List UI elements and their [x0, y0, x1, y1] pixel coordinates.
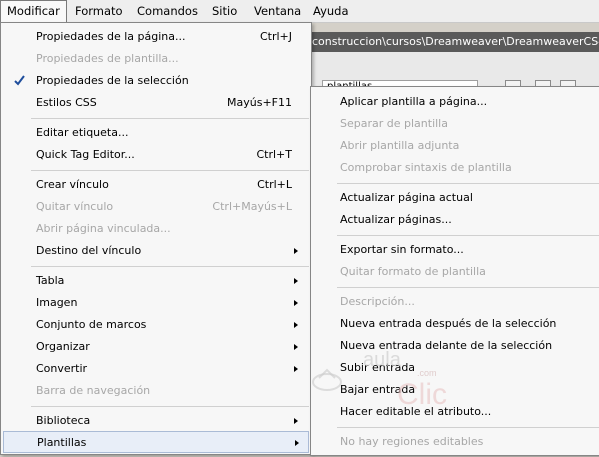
- submenu-item-bajar-entrada[interactable]: Bajar entrada: [311, 379, 599, 401]
- menu-item-organizar[interactable]: Organizar: [1, 336, 311, 358]
- menu-item-label: Imagen: [36, 296, 78, 309]
- submenu-item-nueva-entrada-despues[interactable]: Nueva entrada después de la selección: [311, 313, 599, 335]
- menu-item-label: Quitar vínculo: [36, 200, 114, 213]
- submenu-arrow-icon: [294, 366, 298, 372]
- menu-item-label: Propiedades de la página...: [36, 30, 186, 43]
- submenu-arrow-icon: [294, 300, 298, 306]
- submenu-arrow-icon: [294, 344, 298, 350]
- menu-item-label: Aplicar plantilla a página...: [340, 95, 488, 108]
- menu-item-label: Crear vínculo: [36, 178, 109, 191]
- menu-item-biblioteca[interactable]: Biblioteca: [1, 410, 311, 432]
- menu-separator: [337, 183, 599, 184]
- menu-item-label: Separar de plantilla: [340, 117, 448, 130]
- menu-item-label: Actualizar páginas...: [340, 213, 452, 226]
- submenu-item-comprobar-sintaxis: Comprobar sintaxis de plantilla: [311, 157, 599, 179]
- menu-separator: [31, 406, 309, 407]
- menu-item-label: Plantillas: [37, 436, 87, 449]
- menu-item-label: Propiedades de la selección: [36, 74, 189, 87]
- menu-item-label: Exportar sin formato...: [340, 243, 464, 256]
- menu-separator: [337, 427, 599, 428]
- menu-modificar[interactable]: Modificar: [0, 0, 67, 23]
- menu-item-label: Subir entrada: [340, 361, 416, 374]
- document-path-bar: construccion\cursos\Dreamweaver\Dreamwea…: [310, 32, 599, 52]
- menu-item-quick-tag-editor[interactable]: Quick Tag Editor... Ctrl+T: [1, 144, 311, 166]
- menu-item-label: Comprobar sintaxis de plantilla: [340, 161, 512, 174]
- modificar-menu: Propiedades de la página... Ctrl+J Propi…: [0, 22, 312, 455]
- submenu-item-actualizar-pagina-actual[interactable]: Actualizar página actual: [311, 187, 599, 209]
- menu-item-convertir[interactable]: Convertir: [1, 358, 311, 380]
- menu-item-abrir-pagina-vinculada: Abrir página vinculada...: [1, 218, 311, 240]
- menu-separator: [31, 170, 309, 171]
- menu-formato[interactable]: Formato: [69, 0, 129, 22]
- menu-item-shortcut: Ctrl+T: [256, 148, 292, 161]
- menu-item-editar-etiqueta[interactable]: Editar etiqueta...: [1, 122, 311, 144]
- menu-item-shortcut: Ctrl+L: [257, 178, 292, 191]
- submenu-item-actualizar-paginas[interactable]: Actualizar páginas...: [311, 209, 599, 231]
- menu-item-tabla[interactable]: Tabla: [1, 270, 311, 292]
- menu-item-label: Propiedades de plantilla...: [36, 52, 179, 65]
- submenu-item-no-regiones-editables: No hay regiones editables: [311, 431, 599, 453]
- menu-sitio[interactable]: Sitio: [206, 0, 243, 22]
- menu-item-label: Abrir plantilla adjunta: [340, 139, 460, 152]
- menu-item-crear-vinculo[interactable]: Crear vínculo Ctrl+L: [1, 174, 311, 196]
- menu-item-label: Hacer editable el atributo...: [340, 405, 492, 418]
- menu-ayuda[interactable]: Ayuda: [307, 0, 355, 22]
- menu-item-label: Conjunto de marcos: [36, 318, 147, 331]
- menu-item-shortcut: Ctrl+Mayús+L: [212, 200, 292, 213]
- menu-item-quitar-vinculo: Quitar vínculo Ctrl+Mayús+L: [1, 196, 311, 218]
- menu-item-label: Biblioteca: [36, 414, 91, 427]
- submenu-item-separar-plantilla: Separar de plantilla: [311, 113, 599, 135]
- menu-comandos[interactable]: Comandos: [131, 0, 204, 22]
- submenu-arrow-icon: [294, 418, 298, 424]
- menu-item-label: Descripción...: [340, 295, 415, 308]
- submenu-item-quitar-formato: Quitar formato de plantilla: [311, 261, 599, 283]
- submenu-item-abrir-plantilla-adjunta: Abrir plantilla adjunta: [311, 135, 599, 157]
- menu-item-label: Convertir: [36, 362, 88, 375]
- menu-item-barra-navegacion: Barra de navegación: [1, 380, 311, 402]
- menu-item-label: Abrir página vinculada...: [36, 222, 171, 235]
- submenu-arrow-icon: [294, 248, 298, 254]
- submenu-arrow-icon: [294, 278, 298, 284]
- menu-item-conjunto-marcos[interactable]: Conjunto de marcos: [1, 314, 311, 336]
- menu-separator: [31, 266, 309, 267]
- menu-item-label: Destino del vínculo: [36, 244, 142, 257]
- menu-item-plantillas[interactable]: Plantillas: [3, 431, 309, 453]
- menu-item-imagen[interactable]: Imagen: [1, 292, 311, 314]
- menu-item-label: Bajar entrada: [340, 383, 416, 396]
- menu-separator: [337, 287, 599, 288]
- plantillas-submenu: Aplicar plantilla a página... Separar de…: [310, 86, 599, 456]
- menu-item-propiedades-pagina[interactable]: Propiedades de la página... Ctrl+J: [1, 26, 311, 48]
- submenu-item-aplicar-plantilla[interactable]: Aplicar plantilla a página...: [311, 91, 599, 113]
- menu-item-propiedades-plantilla: Propiedades de plantilla...: [1, 48, 311, 70]
- submenu-arrow-icon: [294, 322, 298, 328]
- menu-item-destino-vinculo[interactable]: Destino del vínculo: [1, 240, 311, 262]
- checkmark-icon: [14, 75, 25, 86]
- menu-item-label: Nueva entrada delante de la selección: [340, 339, 553, 352]
- menu-item-label: Quick Tag Editor...: [36, 148, 135, 161]
- menu-item-label: Actualizar página actual: [340, 191, 473, 204]
- submenu-arrow-icon: [295, 440, 299, 446]
- menu-separator: [31, 118, 309, 119]
- submenu-item-nueva-entrada-delante[interactable]: Nueva entrada delante de la selección: [311, 335, 599, 357]
- menu-item-label: No hay regiones editables: [340, 435, 484, 448]
- menu-item-shortcut: Ctrl+J: [259, 30, 292, 43]
- menu-ventana[interactable]: Ventana: [248, 0, 307, 22]
- submenu-item-descripcion: Descripción...: [311, 291, 599, 313]
- menu-item-label: Quitar formato de plantilla: [340, 265, 486, 278]
- menu-item-shortcut: Mayús+F11: [227, 96, 292, 109]
- submenu-item-hacer-editable-atributo[interactable]: Hacer editable el atributo...: [311, 401, 599, 423]
- menu-item-label: Nueva entrada después de la selección: [340, 317, 557, 330]
- menu-item-label: Barra de navegación: [36, 384, 151, 397]
- menu-item-label: Organizar: [36, 340, 90, 353]
- menu-item-label: Tabla: [36, 274, 65, 287]
- menu-item-propiedades-seleccion[interactable]: Propiedades de la selección: [1, 70, 311, 92]
- menu-bar: Modificar Formato Comandos Sitio Ventana…: [0, 0, 599, 23]
- submenu-item-subir-entrada[interactable]: Subir entrada: [311, 357, 599, 379]
- menu-item-label: Estilos CSS: [36, 96, 97, 109]
- submenu-item-exportar-sin-formato[interactable]: Exportar sin formato...: [311, 239, 599, 261]
- menu-separator: [337, 235, 599, 236]
- menu-item-label: Editar etiqueta...: [36, 126, 129, 139]
- menu-item-estilos-css[interactable]: Estilos CSS Mayús+F11: [1, 92, 311, 114]
